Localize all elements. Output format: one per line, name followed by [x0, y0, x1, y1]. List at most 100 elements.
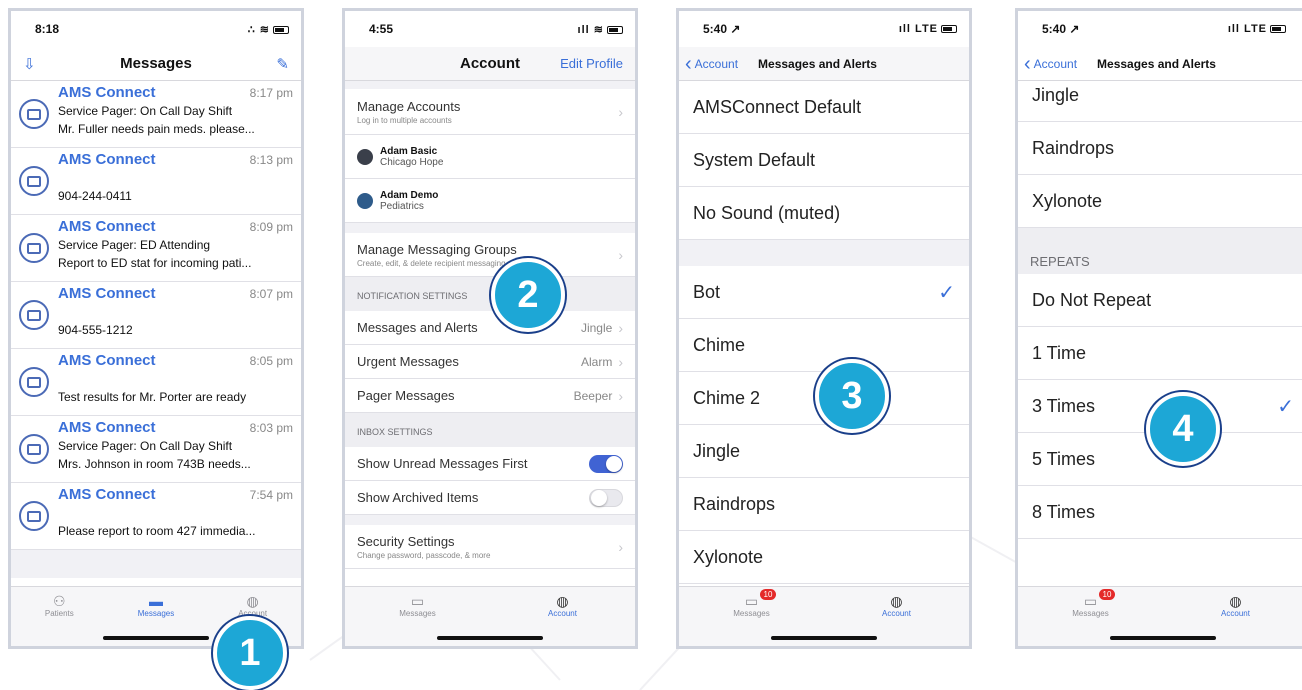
- tab-messages[interactable]: ▭ 10 Messages: [1051, 589, 1131, 618]
- step-callout-1: 1: [213, 616, 287, 690]
- patients-icon: ⚇: [53, 593, 66, 609]
- section-gap: [679, 240, 969, 266]
- show-archived-toggle[interactable]: [589, 488, 623, 507]
- account-row-adam-demo[interactable]: Adam Demo Pediatrics: [345, 179, 635, 223]
- tab-account[interactable]: ◍ Account: [213, 593, 293, 618]
- option-row[interactable]: No Sound (muted): [679, 187, 969, 240]
- home-indicator: [103, 636, 209, 640]
- page-title: Messages: [120, 55, 192, 72]
- notification-setting-row[interactable]: Pager Messages Beeper ›: [345, 379, 635, 413]
- option-label: 5 Times: [1032, 448, 1096, 469]
- message-sender: AMS Connect: [58, 486, 156, 503]
- message-row[interactable]: AMS Connect 8:03 pm Service Pager: On Call…: [11, 416, 301, 483]
- pager-icon: [19, 501, 49, 531]
- account-icon: ◍: [890, 593, 903, 609]
- option-label: Chime 2: [693, 387, 761, 408]
- inbox-settings-header: INBOX SETTINGS: [345, 413, 635, 447]
- page-title: Messages and Alerts: [1097, 56, 1216, 71]
- tab-messages[interactable]: ▭ Messages: [378, 593, 458, 618]
- manage-accounts-sub: Log in to multiple accounts: [357, 115, 452, 125]
- tab-account[interactable]: ◍ Account: [857, 593, 937, 618]
- message-preview: Test results for Mr. Porter are ready: [58, 390, 247, 404]
- option-label: Chime: [693, 334, 746, 355]
- option-row[interactable]: Bot ✓: [679, 266, 969, 319]
- chevron-right-icon: ›: [618, 103, 623, 120]
- manage-accounts-row[interactable]: Manage Accounts Log in to multiple accoun…: [345, 89, 635, 135]
- option-row[interactable]: Xylonote: [679, 531, 969, 584]
- security-settings-row[interactable]: Security Settings Change password, passco…: [345, 525, 635, 569]
- section-gap: [345, 515, 635, 525]
- option-label: Bot: [693, 281, 721, 302]
- manage-groups-label: Manage Messaging Groups: [357, 241, 517, 257]
- account-icon: ◍: [246, 593, 259, 609]
- account-org: Chicago Hope: [380, 156, 444, 168]
- tab-messages[interactable]: ▬ Messages: [116, 593, 196, 618]
- option-row[interactable]: AMSConnect Default: [679, 81, 969, 134]
- status-bar: 5:40 ↗ ıll LTE: [679, 11, 969, 47]
- option-label: Raindrops: [693, 493, 776, 514]
- status-icons: ıll LTE: [1228, 23, 1286, 35]
- battery-icon: [273, 25, 289, 34]
- manage-groups-row[interactable]: Manage Messaging Groups Create, edit, & d…: [345, 233, 635, 277]
- option-row[interactable]: Chime: [679, 319, 969, 372]
- tab-messages[interactable]: ▭ 10 Messages: [712, 589, 792, 618]
- manage-accounts-label: Manage Accounts: [357, 98, 461, 114]
- message-time: 8:07 pm: [249, 287, 293, 301]
- message-row[interactable]: AMS Connect 8:17 pm Service Pager: On Call…: [11, 81, 301, 148]
- option-label: AMSConnect Default: [693, 96, 862, 117]
- account-name: Adam Basic: [380, 145, 438, 157]
- message-row[interactable]: AMS Connect 8:13 pm 904-244-0411: [11, 148, 301, 215]
- default-sounds-list: AMSConnect Default System Default No Sound…: [679, 81, 969, 240]
- tab-bar: ▭ 10 Messages ◍ Account: [1018, 586, 1302, 646]
- pager-icon: [19, 233, 49, 263]
- message-list: AMS Connect 8:17 pm Service Pager: On Call…: [11, 81, 301, 550]
- page-title: Messages and Alerts: [758, 56, 877, 71]
- battery-icon: [607, 25, 623, 34]
- chevron-right-icon: ›: [618, 538, 623, 555]
- message-row[interactable]: AMS Connect 8:05 pm Test results for Mr. P…: [11, 349, 301, 416]
- account-row-adam-basic[interactable]: Adam Basic Chicago Hope: [345, 135, 635, 179]
- show-unread-first-toggle[interactable]: [589, 454, 623, 473]
- notification-setting-row[interactable]: Urgent Messages Alarm ›: [345, 345, 635, 379]
- message-row[interactable]: AMS Connect 8:07 pm 904-555-1212: [11, 282, 301, 349]
- status-time: 5:40 ↗: [1042, 22, 1080, 36]
- unread-badge: 10: [1098, 589, 1116, 600]
- message-subject: [58, 305, 293, 320]
- option-label: No Sound (muted): [693, 202, 841, 223]
- tab-bar: ▭ Messages ◍ Account: [345, 586, 635, 646]
- checkmark-icon: ✓: [938, 281, 955, 304]
- compose-icon[interactable]: ✎: [276, 55, 289, 73]
- option-row[interactable]: Jingle: [679, 425, 969, 478]
- option-row[interactable]: Xylonote: [1018, 175, 1302, 228]
- nav-bar: ‹ Account Messages and Alerts: [1018, 47, 1302, 81]
- tab-account[interactable]: ◍ Account: [523, 593, 603, 618]
- status-time: 4:55: [369, 22, 394, 36]
- option-row[interactable]: System Default: [679, 134, 969, 187]
- option-row[interactable]: 1 Time: [1018, 327, 1302, 380]
- option-row[interactable]: Raindrops: [679, 478, 969, 531]
- option-row[interactable]: Do Not Repeat: [1018, 274, 1302, 327]
- back-button[interactable]: ‹ Account: [685, 54, 738, 74]
- sound-options-list: Jingle Raindrops Xylonote: [1018, 69, 1302, 228]
- notification-setting-row[interactable]: Messages and Alerts Jingle ›: [345, 311, 635, 345]
- chat-bubble-icon: ▭: [1083, 593, 1098, 609]
- show-archived-label: Show Archived Items: [357, 490, 479, 505]
- inbox-download-icon[interactable]: ⇩: [23, 55, 36, 73]
- message-preview: 904-244-0411: [58, 189, 132, 203]
- security-settings-label: Security Settings: [357, 533, 455, 549]
- tab-account[interactable]: ◍ Account: [1196, 593, 1276, 618]
- option-row[interactable]: 8 Times: [1018, 486, 1302, 539]
- home-indicator: [1110, 636, 1216, 640]
- list-footer-gap: [11, 550, 301, 578]
- message-sender: AMS Connect: [58, 352, 156, 369]
- message-row[interactable]: AMS Connect 8:09 pm Service Pager: ED Atte…: [11, 215, 301, 282]
- tab-patients[interactable]: ⚇ Patients: [19, 593, 99, 618]
- edit-profile-button[interactable]: Edit Profile: [560, 56, 623, 71]
- step-callout-2: 2: [491, 258, 565, 332]
- option-label: System Default: [693, 149, 816, 170]
- message-row[interactable]: AMS Connect 7:54 pm Please report to room …: [11, 483, 301, 550]
- message-time: 8:05 pm: [249, 354, 293, 368]
- back-button[interactable]: ‹ Account: [1024, 54, 1077, 74]
- setting-value: Alarm: [580, 354, 613, 369]
- option-row[interactable]: Raindrops: [1018, 122, 1302, 175]
